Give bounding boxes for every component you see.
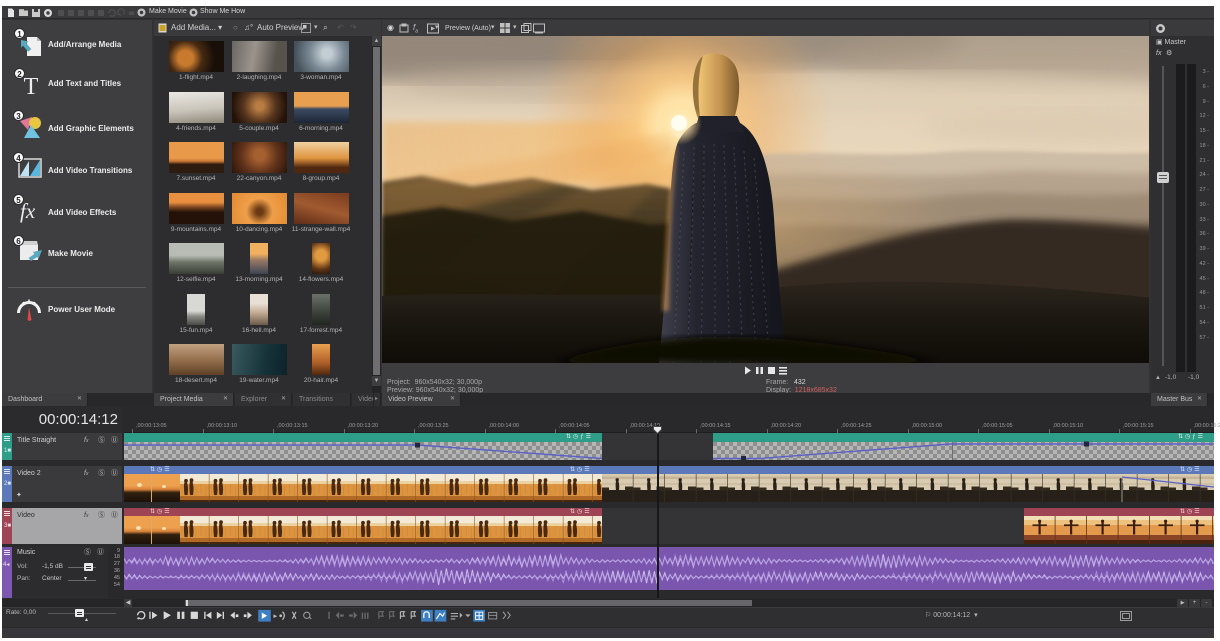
svg-text:T: T <box>24 74 39 98</box>
